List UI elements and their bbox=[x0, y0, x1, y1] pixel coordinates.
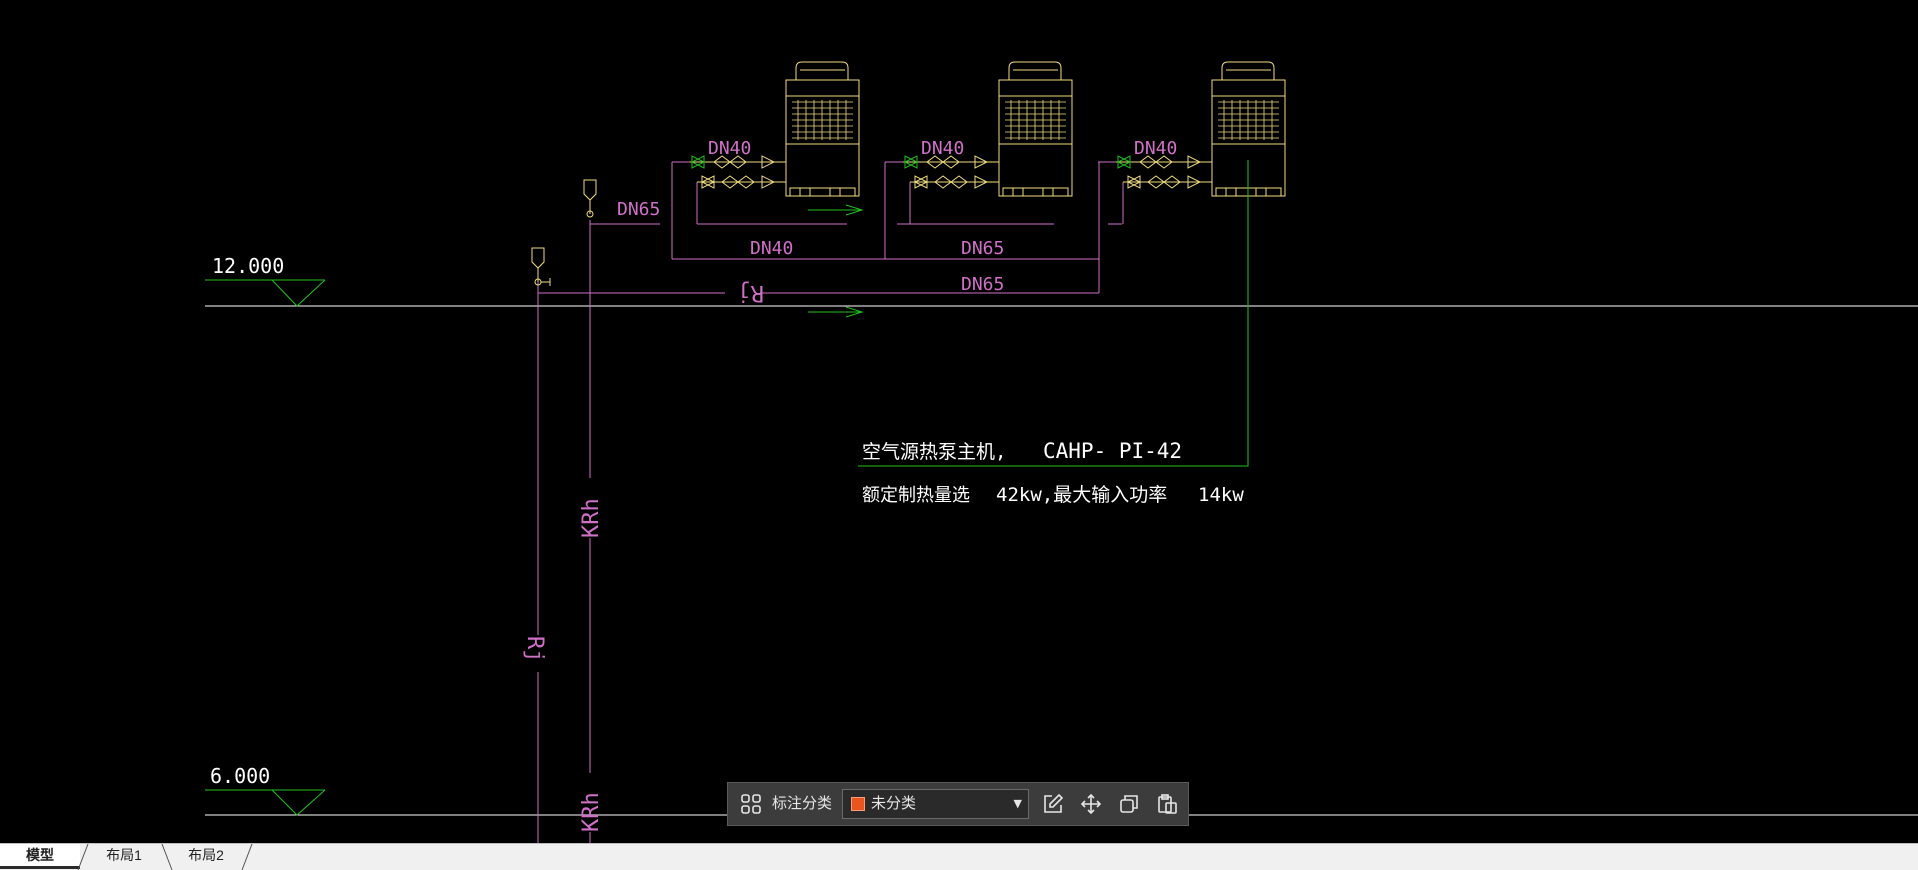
annotation-toolbar: 标注分类 未分类 ▼ bbox=[727, 782, 1189, 826]
riser-krh-label-2: KRh bbox=[579, 792, 604, 832]
tab-layout2[interactable]: 布局2 bbox=[168, 844, 244, 866]
edit-icon[interactable] bbox=[1040, 791, 1066, 817]
air-vent-icon bbox=[531, 247, 551, 286]
spec-title: 空气源热泵主机, bbox=[862, 441, 1006, 463]
heat-pump-unit-2: DN40 bbox=[885, 61, 1073, 224]
dn65-return-label: DN65 bbox=[961, 274, 1004, 295]
header-pipes bbox=[538, 162, 1122, 294]
annotation-category-label: 标注分类 bbox=[772, 795, 833, 812]
valve-row-icon bbox=[1116, 155, 1212, 189]
heat-pump-unit-3: DN40 bbox=[1098, 61, 1286, 224]
tab-divider bbox=[241, 844, 253, 870]
riser-rj: Rj bbox=[522, 272, 547, 843]
elevation-text-upper: 12.000 bbox=[212, 254, 284, 278]
category-select-value: 未分类 bbox=[871, 795, 917, 812]
layout-tab-bar: 模型 布局1 布局2 bbox=[0, 843, 1918, 870]
heat-pump-icon bbox=[785, 61, 860, 197]
grille-grid bbox=[792, 100, 853, 140]
move-icon[interactable] bbox=[1078, 791, 1104, 817]
air-vent-icon bbox=[583, 179, 597, 218]
heat-pump-icon bbox=[998, 61, 1073, 197]
chevron-down-icon: ▼ bbox=[1013, 797, 1022, 810]
elevation-text-lower: 6.000 bbox=[210, 764, 270, 788]
spec-capacity-value: 42kw,最大输入功率 bbox=[996, 484, 1167, 506]
flow-arrow-icon bbox=[808, 204, 864, 318]
svg-text:Rj: Rj bbox=[738, 280, 765, 305]
dn40-header-label: DN40 bbox=[750, 238, 793, 259]
leader-line bbox=[858, 160, 1249, 467]
valve-row-icon bbox=[903, 155, 999, 189]
valve-row-icon bbox=[690, 155, 786, 189]
spec-power-value: 14kw bbox=[1198, 484, 1244, 506]
riser-rj-label: Rj bbox=[522, 636, 547, 663]
copy-icon[interactable] bbox=[1116, 791, 1142, 817]
tab-model[interactable]: 模型 bbox=[0, 844, 80, 869]
annotation-category-select[interactable]: 未分类 ▼ bbox=[842, 789, 1029, 819]
dn65-feed-label: DN65 bbox=[617, 199, 660, 220]
dn65-header-label: DN65 bbox=[961, 238, 1004, 259]
riser-krh-label-1: KRh bbox=[579, 498, 604, 538]
spec-capacity-label: 额定制热量选 bbox=[862, 485, 970, 506]
grid-icon[interactable] bbox=[738, 791, 764, 817]
category-color-swatch bbox=[851, 797, 865, 811]
dn40-unit-label: DN40 bbox=[921, 138, 964, 159]
drawing-canvas[interactable]: 12.000 6.000 Rj KRh KRh Rj DN65 DN40 DN6… bbox=[0, 0, 1918, 843]
heat-pump-unit-1: DN40 bbox=[672, 61, 860, 224]
dn40-unit-label: DN40 bbox=[1134, 138, 1177, 159]
elevation-marker-lower: 6.000 bbox=[205, 764, 326, 816]
tab-layout1[interactable]: 布局1 bbox=[86, 844, 162, 866]
riser-krh: KRh KRh bbox=[579, 220, 604, 843]
paste-icon[interactable] bbox=[1154, 791, 1180, 817]
spec-model: CAHP- PI-42 bbox=[1043, 439, 1182, 463]
rj-header-label: Rj bbox=[738, 280, 765, 305]
dn40-unit-label: DN40 bbox=[708, 138, 751, 159]
elevation-marker-upper: 12.000 bbox=[205, 254, 326, 307]
